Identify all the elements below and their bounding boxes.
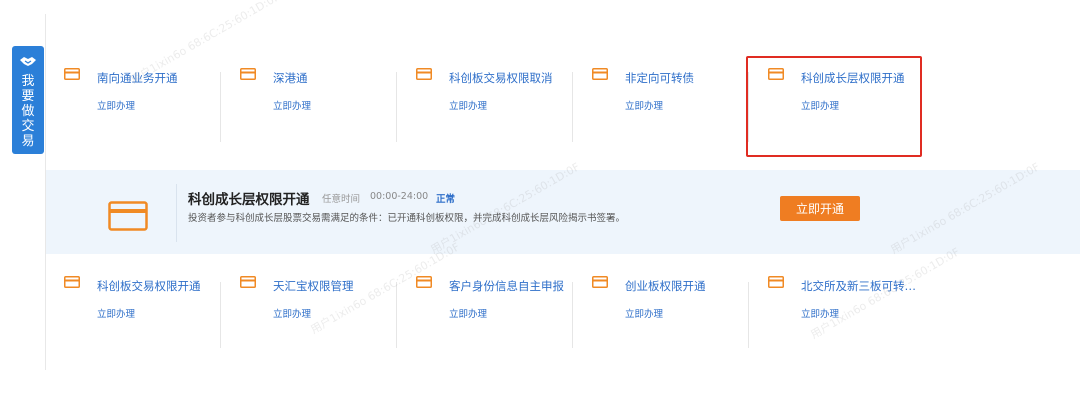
card-icon xyxy=(64,68,80,80)
service-item-title[interactable]: 科创板交易权限取消 xyxy=(449,70,553,86)
handle-now-link[interactable]: 立即办理 xyxy=(273,98,311,112)
service-item-tianhuibao[interactable]: 天汇宝权限管理 立即办理 xyxy=(222,256,398,366)
handle-now-link[interactable]: 立即办理 xyxy=(449,98,487,112)
divider xyxy=(220,72,221,142)
divider xyxy=(396,72,397,142)
open-now-button[interactable]: 立即开通 xyxy=(780,196,860,221)
card-icon xyxy=(240,68,256,80)
selected-item-highlight xyxy=(746,56,922,157)
side-tab-label: 我要做交易 xyxy=(21,74,35,149)
card-icon xyxy=(416,68,432,80)
handle-now-link[interactable]: 立即办理 xyxy=(625,98,663,112)
service-time-label: 任意时间 xyxy=(322,194,361,205)
status-badge: 正常 xyxy=(436,194,456,205)
service-item-title[interactable]: 创业板权限开通 xyxy=(625,278,706,294)
service-item-chinext[interactable]: 创业板权限开通 立即办理 xyxy=(574,256,750,366)
service-item-title[interactable]: 非定向可转债 xyxy=(625,70,694,86)
service-item-identity-declare[interactable]: 客户身份信息自主申报 立即办理 xyxy=(398,256,574,366)
handle-now-link[interactable]: 立即办理 xyxy=(449,306,487,320)
service-item-title[interactable]: 南向通业务开通 xyxy=(97,70,178,86)
banner-description: 投资者参与科创成长层股票交易需满足的条件：已开通科创板权限，并完成科创成长层风险… xyxy=(188,213,626,224)
banner-title: 科创成长层权限开通 xyxy=(188,192,310,208)
divider xyxy=(220,282,221,348)
card-icon xyxy=(416,276,432,288)
handle-now-link[interactable]: 立即办理 xyxy=(97,98,135,112)
service-item-title[interactable]: 北交所及新三板可转… xyxy=(801,278,916,294)
handshake-icon xyxy=(20,57,36,66)
service-item-star-cancel[interactable]: 科创板交易权限取消 立即办理 xyxy=(398,48,574,166)
divider xyxy=(572,72,573,142)
card-icon xyxy=(592,276,608,288)
service-item-title[interactable]: 深港通 xyxy=(273,70,308,86)
handle-now-link[interactable]: 立即办理 xyxy=(273,306,311,320)
service-item-title[interactable]: 天汇宝权限管理 xyxy=(273,278,354,294)
service-time-value: 00:00-24:00 xyxy=(370,191,429,202)
service-item-title[interactable]: 科创板交易权限开通 xyxy=(97,278,201,294)
divider xyxy=(572,282,573,348)
card-icon xyxy=(768,276,784,288)
service-item-southbound[interactable]: 南向通业务开通 立即办理 xyxy=(46,48,222,166)
handle-now-link[interactable]: 立即办理 xyxy=(625,306,663,320)
service-item-convertible-bond[interactable]: 非定向可转债 立即办理 xyxy=(574,48,750,166)
card-icon xyxy=(64,276,80,288)
handle-now-link[interactable]: 立即办理 xyxy=(801,306,839,320)
service-row-top: 南向通业务开通 立即办理 深港通 立即办理 科创板交易权限取消 立即办理 非定向… xyxy=(46,48,1080,166)
service-detail-banner: 科创成长层权限开通 任意时间 00:00-24:00 正常 投资者参与科创成长层… xyxy=(46,170,1080,254)
card-icon xyxy=(108,201,148,231)
handle-now-link[interactable]: 立即办理 xyxy=(97,306,135,320)
service-item-title[interactable]: 客户身份信息自主申报 xyxy=(449,278,564,294)
service-item-bse-neeq[interactable]: 北交所及新三板可转… 立即办理 xyxy=(750,256,926,366)
service-item-star-open[interactable]: 科创板交易权限开通 立即办理 xyxy=(46,256,222,366)
card-icon xyxy=(592,68,608,80)
service-row-bottom: 科创板交易权限开通 立即办理 天汇宝权限管理 立即办理 客户身份信息自主申报 立… xyxy=(46,256,1080,366)
side-tab-trade[interactable]: 我要做交易 xyxy=(12,46,44,154)
service-item-shenzhen-hk[interactable]: 深港通 立即办理 xyxy=(222,48,398,166)
banner-divider xyxy=(176,184,177,242)
divider xyxy=(748,282,749,348)
card-icon xyxy=(240,276,256,288)
divider xyxy=(396,282,397,348)
